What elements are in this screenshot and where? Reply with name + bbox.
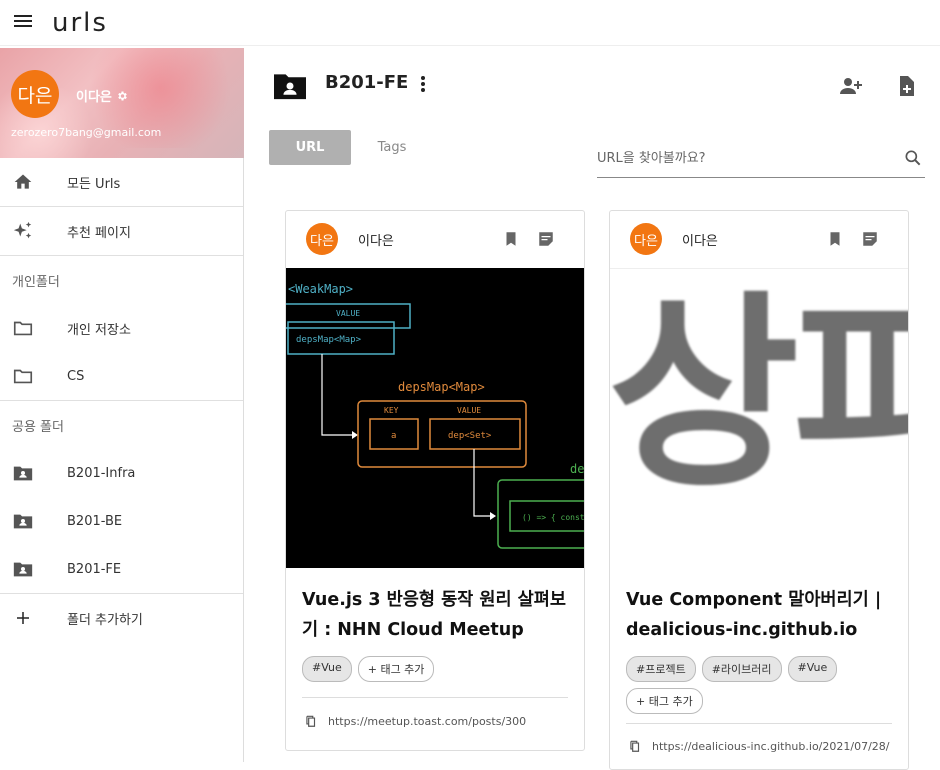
shared-folder-icon <box>12 510 34 532</box>
add-url-icon[interactable] <box>893 74 919 98</box>
sidebar-item-label: 추천 페이지 <box>67 225 131 241</box>
card-url-text: https://dealicious-inc.github.io/2021/07… <box>652 739 890 753</box>
sparkle-icon <box>12 220 34 242</box>
avatar: 다은 <box>306 223 338 255</box>
bookmark-icon[interactable] <box>502 230 520 248</box>
home-icon <box>12 171 34 193</box>
card-url[interactable]: https://dealicious-inc.github.io/2021/07… <box>628 739 889 753</box>
card-title[interactable]: Vue.js 3 반응형 동작 원리 살펴보기 : NHN Cloud Meet… <box>302 585 572 645</box>
menu-icon[interactable] <box>12 12 34 34</box>
memo-icon[interactable] <box>861 230 879 248</box>
sidebar-item-label: CS <box>67 368 85 384</box>
add-member-icon[interactable] <box>837 74 863 98</box>
copy-icon[interactable] <box>304 714 318 728</box>
memo-icon[interactable] <box>537 230 555 248</box>
search-icon[interactable] <box>903 148 923 168</box>
plus-icon <box>12 607 34 629</box>
tab-url[interactable]: URL <box>269 130 351 165</box>
thumb-label: VALUE <box>336 309 360 318</box>
add-tag-button[interactable]: + 태그 추가 <box>626 688 703 714</box>
url-thumbnail[interactable]: 상파 <box>610 268 908 568</box>
search-input[interactable] <box>597 146 893 170</box>
shared-folder-icon <box>12 462 34 484</box>
sidebar-item-personal-storage[interactable]: 개인 저장소 <box>0 304 243 352</box>
tag-chip[interactable]: #프로젝트 <box>626 656 696 682</box>
sidebar-item-b201-fe[interactable]: B201-FE <box>0 545 243 593</box>
thumb-label: KEY <box>384 406 399 415</box>
search-bar <box>597 142 925 178</box>
avatar: 다은 <box>630 223 662 255</box>
shared-folder-section: 공용 폴더 <box>12 419 64 435</box>
tab-tags[interactable]: Tags <box>365 130 419 165</box>
app-bar: urls <box>0 0 940 46</box>
thumb-label: depsMap<Map> <box>296 335 362 345</box>
tag-chip[interactable]: #라이브러리 <box>701 656 782 682</box>
sidebar-item-cs[interactable]: CS <box>0 352 243 400</box>
add-folder-button[interactable]: 폴더 추가하기 <box>0 594 243 642</box>
avatar[interactable]: 다은 <box>11 70 59 118</box>
url-card[interactable]: 다은 이다은 <WeakMap> VALUE depsMap<Map> deps… <box>285 210 585 751</box>
sidebar-item-recommended[interactable]: 추천 페이지 <box>0 207 243 255</box>
sidebar-item-b201-be[interactable]: B201-BE <box>0 497 243 545</box>
gear-icon[interactable] <box>116 90 128 102</box>
card-user-name: 이다은 <box>682 234 718 249</box>
profile-header: 다은 이다은 zerozero7bang@gmail.com <box>0 48 244 158</box>
url-thumbnail[interactable]: <WeakMap> VALUE depsMap<Map> depsMap<Map… <box>286 268 584 568</box>
thumb-label: dep<Set> <box>448 431 492 441</box>
sidebar-item-label: 개인 저장소 <box>67 322 131 338</box>
thumb-label: () => { const s <box>522 513 584 522</box>
thumb-label: depsMap<Map> <box>398 380 485 394</box>
sidebar-item-b201-infra[interactable]: B201-Infra <box>0 449 243 497</box>
shared-folder-icon <box>274 74 306 100</box>
sidebar: 다은 이다은 zerozero7bang@gmail.com 모든 Urls 추… <box>0 48 244 762</box>
sidebar-item-label: 모든 Urls <box>67 176 121 192</box>
add-tag-button[interactable]: + 태그 추가 <box>357 656 435 682</box>
personal-folder-section: 개인폴더 <box>12 274 60 290</box>
sidebar-item-label: B201-BE <box>67 513 123 529</box>
card-url[interactable]: https://meetup.toast.com/posts/300 <box>304 714 526 728</box>
profile-name: 이다은 <box>76 86 128 105</box>
thumb-label: de <box>570 462 584 476</box>
card-title[interactable]: Vue Component 말아버리기 | dealicious-inc.git… <box>626 585 896 645</box>
shared-folder-icon <box>12 558 34 580</box>
tag-list: #Vue + 태그 추가 <box>302 656 574 682</box>
tag-chip[interactable]: #Vue <box>302 656 352 682</box>
more-options-icon[interactable] <box>417 74 429 96</box>
sidebar-item-label: B201-FE <box>67 561 122 577</box>
url-card[interactable]: 다은 이다은 상파 Vue Component 말아버리기 | dealicio… <box>609 210 909 770</box>
bookmark-icon[interactable] <box>826 230 844 248</box>
profile-name-text: 이다은 <box>76 90 112 105</box>
copy-icon[interactable] <box>628 739 642 753</box>
card-url-text: https://meetup.toast.com/posts/300 <box>328 714 527 728</box>
thumb-label: <WeakMap> <box>288 282 353 296</box>
thumbnail-text: 상파 <box>610 274 908 516</box>
page-title: B201-FE <box>325 72 409 93</box>
thumb-label: VALUE <box>457 406 481 415</box>
profile-email: zerozero7bang@gmail.com <box>11 126 162 139</box>
tag-list: #프로젝트 #라이브러리 #Vue + 태그 추가 <box>626 656 898 714</box>
add-folder-label: 폴더 추가하기 <box>67 612 143 628</box>
app-logo: urls <box>52 8 108 38</box>
folder-outline-icon <box>12 317 34 339</box>
folder-outline-icon <box>12 365 34 387</box>
card-user-name: 이다은 <box>358 234 394 249</box>
sidebar-item-label: B201-Infra <box>67 465 136 481</box>
main-content: B201-FE URL Tags 다은 이다은 <WeakMap> VALUE … <box>245 48 940 770</box>
sidebar-item-all-urls[interactable]: 모든 Urls <box>0 158 243 206</box>
tag-chip[interactable]: #Vue <box>787 656 838 682</box>
thumb-label: a <box>391 431 396 441</box>
